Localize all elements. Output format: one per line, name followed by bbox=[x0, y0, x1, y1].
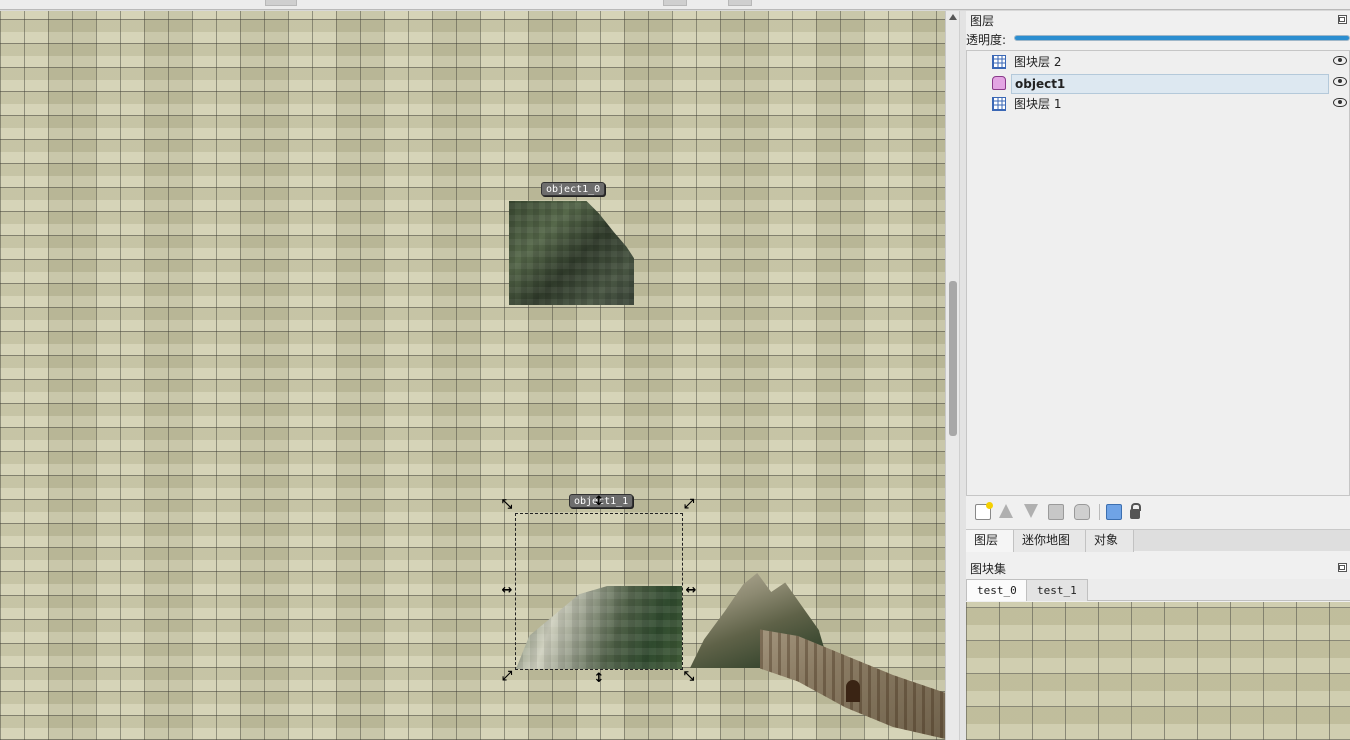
tab-tileset-test-0[interactable]: test_0 bbox=[966, 579, 1028, 601]
scroll-up-icon[interactable] bbox=[949, 14, 957, 20]
scrollbar-thumb[interactable] bbox=[949, 281, 957, 436]
tab-tileset-test-1[interactable]: test_1 bbox=[1026, 579, 1088, 601]
layer-name: 图块层 1 bbox=[1014, 97, 1062, 111]
top-toolbar bbox=[0, 0, 1350, 10]
map-tile-gate bbox=[846, 680, 860, 702]
opacity-slider[interactable] bbox=[1014, 35, 1350, 41]
visibility-eye-icon[interactable] bbox=[1333, 77, 1347, 86]
tab-layers[interactable]: 图层 bbox=[966, 530, 1014, 552]
opacity-slider-fill bbox=[1015, 36, 1349, 40]
layer-list: 图块层 2 object1 图块层 1 bbox=[966, 50, 1350, 496]
tile-layer-icon bbox=[992, 97, 1006, 111]
map-object-rock[interactable] bbox=[509, 201, 634, 305]
layer-row-tile-layer-2[interactable]: 图块层 2 bbox=[967, 52, 1350, 73]
resize-handle-bottom-left-icon[interactable]: ⤢ bbox=[500, 670, 514, 684]
tileset-tab-bar: test_0 test_1 bbox=[966, 579, 1350, 601]
resize-handle-left-icon[interactable]: ↔ bbox=[500, 584, 514, 598]
show-other-layers-icon[interactable] bbox=[1106, 504, 1122, 520]
float-dock-icon[interactable] bbox=[1338, 563, 1347, 572]
object-label: object1_0 bbox=[541, 182, 606, 196]
opacity-label: 透明度: bbox=[966, 33, 1007, 47]
raise-layer-icon[interactable] bbox=[999, 504, 1013, 518]
tab-objects[interactable]: 对象 bbox=[1086, 530, 1134, 552]
resize-handle-bottom-right-icon[interactable]: ⤡ bbox=[682, 670, 696, 684]
float-dock-icon[interactable] bbox=[1338, 15, 1347, 24]
layer-row-tile-layer-1[interactable]: 图块层 1 bbox=[967, 94, 1350, 115]
map-canvas[interactable]: object1_0 object1_1 ⤡ ⤢ ↕ ↔ ↔ ⤢ ↕ ⤡ bbox=[0, 11, 945, 740]
toolbar-button[interactable] bbox=[265, 0, 297, 6]
remove-layer-icon[interactable] bbox=[1074, 504, 1090, 520]
dock-tab-bar: 图层 迷你地图 对象 bbox=[966, 529, 1350, 552]
tile-layer-icon bbox=[992, 55, 1006, 69]
new-layer-icon[interactable] bbox=[975, 502, 993, 520]
layer-toolbar bbox=[966, 499, 1350, 525]
tileset-view[interactable] bbox=[966, 602, 1350, 740]
resize-handle-bottom-icon[interactable]: ↕ bbox=[592, 672, 606, 686]
tilesets-dock-title: 图块集 bbox=[970, 562, 1007, 576]
duplicate-layer-icon[interactable] bbox=[1048, 504, 1064, 520]
toolbar-button[interactable] bbox=[663, 0, 687, 6]
right-dock-panel: 图层 透明度: 图块层 2 object1 图块层 1 图层 迷你地图 对象 图… bbox=[966, 11, 1350, 740]
layer-name: object1 bbox=[1011, 74, 1329, 94]
layers-dock-title: 图层 bbox=[970, 14, 995, 28]
resize-handle-top-icon[interactable]: ↕ bbox=[592, 495, 606, 509]
visibility-eye-icon[interactable] bbox=[1333, 98, 1347, 107]
toolbar-separator bbox=[1099, 504, 1100, 520]
resize-handle-top-right-icon[interactable]: ⤢ bbox=[682, 498, 696, 512]
tab-minimap[interactable]: 迷你地图 bbox=[1014, 530, 1086, 552]
dock-splitter[interactable] bbox=[959, 11, 966, 740]
resize-handle-top-left-icon[interactable]: ⤡ bbox=[500, 498, 514, 512]
layer-row-object1[interactable]: object1 bbox=[967, 73, 1350, 94]
visibility-eye-icon[interactable] bbox=[1333, 56, 1347, 65]
map-vertical-scrollbar[interactable] bbox=[945, 11, 959, 740]
layer-name: 图块层 2 bbox=[1014, 55, 1062, 69]
lower-layer-icon[interactable] bbox=[1024, 504, 1038, 518]
resize-handle-right-icon[interactable]: ↔ bbox=[684, 584, 698, 598]
toolbar-button[interactable] bbox=[728, 0, 752, 6]
object-layer-icon bbox=[992, 76, 1006, 90]
lock-layer-icon[interactable] bbox=[1130, 503, 1141, 519]
